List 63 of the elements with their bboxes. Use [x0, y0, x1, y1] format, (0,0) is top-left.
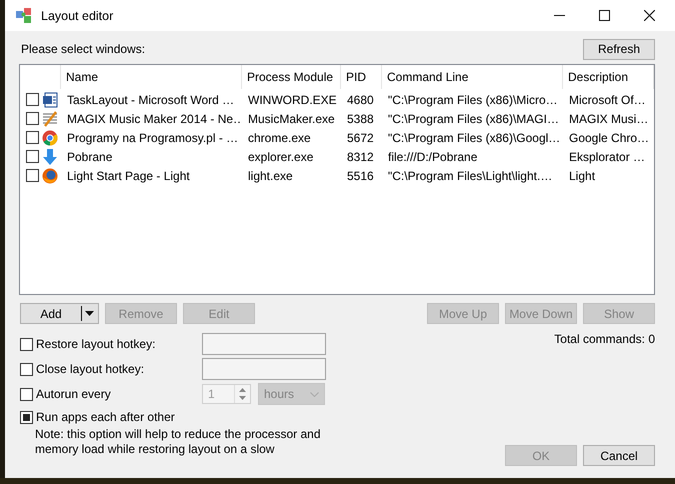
checkbox[interactable] — [20, 338, 33, 350]
checkbox[interactable] — [26, 93, 39, 106]
table-cell: "C:\Program Files (x86)\MAGI… — [388, 112, 559, 126]
globe-icon — [42, 168, 58, 184]
option-label: Close layout hotkey: — [36, 362, 144, 376]
table-cell: 8312 — [347, 150, 374, 164]
column-header[interactable]: Description — [563, 65, 654, 89]
table-cell: file:///D:/Pobrane — [388, 150, 478, 164]
close-icon[interactable] — [644, 10, 655, 21]
down-arrow-icon — [42, 148, 58, 164]
puzzle-icon — [15, 7, 33, 24]
checkbox[interactable] — [20, 388, 33, 400]
hotkey-field[interactable] — [202, 333, 326, 355]
table-cell: WINWORD.EXE — [248, 92, 337, 106]
maximize-icon[interactable] — [599, 10, 610, 21]
checkbox[interactable] — [26, 131, 39, 144]
table-cell: explorer.exe — [248, 150, 314, 164]
table-cell: Microsoft Of… — [569, 92, 646, 106]
split-button[interactable]: Add — [20, 303, 99, 324]
window-title: Layout editor — [41, 8, 114, 22]
table-cell: 5516 — [347, 168, 374, 182]
checkbox[interactable] — [20, 362, 33, 376]
option-label: Autorun every — [36, 387, 111, 401]
hotkey-field[interactable] — [202, 358, 326, 380]
table-cell: "C:\Program Files (x86)\Micro… — [388, 92, 558, 106]
column-header[interactable]: Process Module — [242, 65, 341, 89]
prompt-label: Please select windows: — [21, 42, 146, 56]
table-cell: 5672 — [347, 130, 374, 144]
dropdown-arrow-icon[interactable] — [85, 311, 94, 316]
table-cell: Light — [569, 168, 596, 182]
column-header[interactable]: Command Line — [382, 65, 563, 89]
table-cell: "C:\Program Files (x86)\Googl… — [388, 130, 560, 144]
table-cell: light.exe — [248, 168, 293, 182]
option-label: Restore layout hotkey: — [36, 337, 156, 351]
note-text: Note: this option will help to reduce the processor and memory load while restoring layout on a slow — [34, 427, 322, 457]
striped-slash-icon — [42, 110, 58, 126]
checkbox[interactable] — [26, 150, 39, 163]
down-arrow-icon[interactable] — [239, 396, 246, 400]
table-cell: Programy na Programosy.pl - … — [67, 130, 238, 144]
table-cell: 4680 — [347, 92, 374, 106]
table-cell: Light Start Page - Light — [67, 168, 190, 182]
table-cell: MAGIX Musi… — [569, 112, 648, 126]
table-cell: Pobrane — [67, 150, 112, 164]
table-cell: Google Chro… — [569, 130, 650, 144]
column-header[interactable]: PID — [341, 65, 382, 89]
table-cell: MAGIX Music Maker 2014 - Ne… — [67, 112, 242, 126]
checkbox[interactable] — [26, 169, 39, 182]
table-cell: "C:\Program Files\Light\light.… — [388, 168, 552, 182]
refresh-button[interactable]: Refresh — [583, 38, 655, 60]
column-header[interactable]: Name — [61, 65, 242, 89]
color-wheel-icon — [42, 130, 58, 146]
document-icon — [42, 92, 58, 108]
dialog-button[interactable]: Cancel — [583, 445, 655, 466]
up-arrow-icon[interactable] — [239, 388, 246, 392]
table-cell: chrome.exe — [248, 130, 311, 144]
checkbox[interactable] — [20, 410, 33, 424]
total-commands-label: Total commands: 0 — [554, 332, 655, 346]
option-label: Run apps each after other — [36, 410, 175, 424]
table-cell: Eksplorator … — [569, 150, 646, 164]
checkbox[interactable] — [26, 112, 39, 125]
table-cell: MusicMaker.exe — [248, 112, 335, 126]
table-cell: TaskLayout - Microsoft Word … — [67, 92, 234, 106]
table-cell: 5388 — [347, 112, 374, 126]
